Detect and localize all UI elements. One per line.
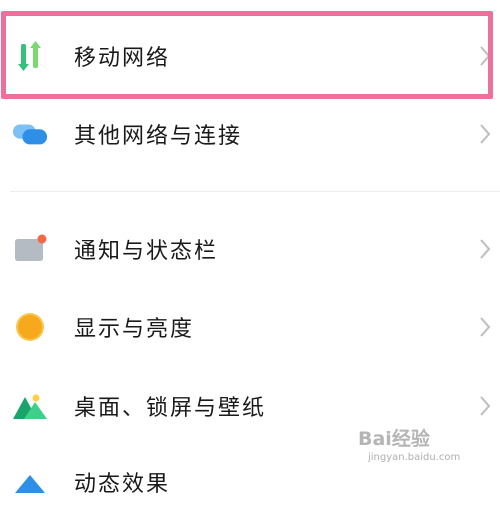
watermark-url: jingyan.baidu.com: [368, 452, 461, 463]
highlight-box: [1, 11, 493, 99]
wallpaper-mountain-icon: [12, 388, 48, 424]
baidu-jingyan-watermark: Bai经验 jingyan.baidu.com: [358, 424, 478, 470]
chevron-right-icon: [480, 396, 491, 416]
settings-item-other-networks[interactable]: 其他网络与连接: [0, 98, 500, 170]
dynamic-effects-icon: [12, 466, 48, 502]
settings-item-label: 通知与状态栏: [74, 239, 219, 264]
brightness-sun-icon: [12, 309, 48, 345]
watermark-brand: Bai经验: [358, 428, 430, 450]
connection-bubbles-icon: [12, 116, 48, 152]
settings-item-label: 其他网络与连接: [74, 124, 243, 149]
notification-card-icon: [12, 231, 48, 267]
chevron-right-icon: [480, 124, 491, 144]
settings-item-notifications[interactable]: 通知与状态栏: [0, 213, 500, 285]
settings-item-display-brightness[interactable]: 显示与亮度: [0, 291, 500, 363]
chevron-right-icon: [480, 317, 491, 337]
section-divider: [10, 191, 500, 192]
chevron-right-icon: [480, 239, 491, 259]
settings-item-label: 动态效果: [74, 472, 171, 497]
settings-item-label: 显示与亮度: [74, 317, 195, 342]
settings-item-label: 桌面、锁屏与壁纸: [74, 396, 267, 421]
